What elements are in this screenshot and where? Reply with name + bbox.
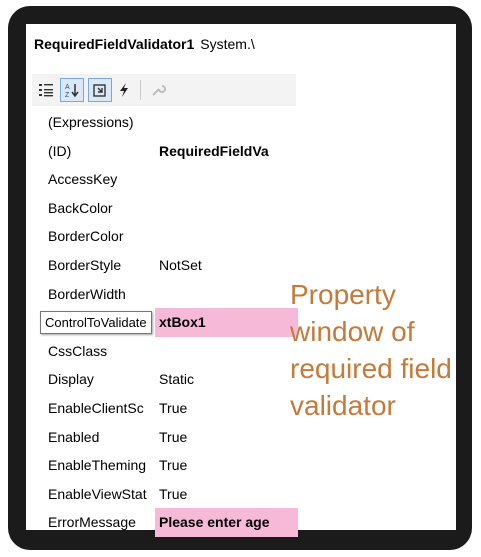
toolbar-separator bbox=[140, 80, 141, 100]
property-name: CssClass bbox=[48, 342, 108, 359]
property-name: EnableTheming bbox=[48, 457, 147, 474]
property-name-tooltip: ControlToValidate bbox=[40, 311, 152, 335]
properties-panel: RequiredFieldValidator1 System.\ A Z (Ex… bbox=[26, 24, 456, 537]
caption-text: Property window of required field valida… bbox=[290, 279, 452, 421]
property-value[interactable]: True bbox=[155, 423, 298, 452]
property-name: ErrorMessage bbox=[48, 514, 136, 531]
properties-icon[interactable] bbox=[88, 78, 112, 102]
categorized-icon[interactable] bbox=[34, 78, 58, 102]
property-row[interactable]: AccessKey bbox=[34, 165, 298, 194]
property-value[interactable]: xtBox1 bbox=[155, 308, 298, 337]
property-value[interactable]: NotSet bbox=[155, 251, 298, 280]
property-pages-wrench-icon[interactable] bbox=[146, 78, 170, 102]
property-row[interactable]: EnableClientSc True bbox=[34, 394, 298, 423]
image-frame: RequiredFieldValidator1 System.\ A Z (Ex… bbox=[8, 6, 472, 550]
property-row[interactable]: BorderStyle NotSet bbox=[34, 251, 298, 280]
property-name: BorderStyle bbox=[48, 256, 122, 273]
property-row[interactable]: CssClass bbox=[34, 337, 298, 366]
property-row[interactable]: BorderColor bbox=[34, 222, 298, 251]
property-name: EnableClientSc bbox=[48, 399, 144, 416]
property-row[interactable]: (Expressions) bbox=[34, 108, 298, 137]
selected-object-header[interactable]: RequiredFieldValidator1 System.\ bbox=[34, 36, 296, 58]
property-name: (ID) bbox=[48, 142, 72, 159]
property-name: Enabled bbox=[48, 428, 100, 445]
object-type: System.\ bbox=[200, 36, 255, 52]
property-value[interactable]: RequiredFieldVa bbox=[155, 137, 298, 166]
property-name: BorderWidth bbox=[48, 285, 126, 302]
property-value[interactable]: True bbox=[155, 451, 298, 480]
property-value[interactable]: True bbox=[155, 394, 298, 423]
svg-text:A: A bbox=[65, 84, 70, 91]
property-value[interactable]: Static bbox=[155, 365, 298, 394]
property-name: EnableViewStat bbox=[48, 485, 147, 502]
properties-toolbar: A Z bbox=[32, 74, 296, 106]
property-row[interactable]: BorderWidth bbox=[34, 280, 298, 309]
property-name: (Expressions) bbox=[48, 114, 134, 130]
property-name: BorderColor bbox=[48, 228, 124, 245]
property-value[interactable]: Please enter age bbox=[155, 508, 298, 537]
svg-text:Z: Z bbox=[65, 92, 70, 98]
property-row[interactable]: Display Static bbox=[34, 365, 298, 394]
property-row[interactable]: EnableTheming True bbox=[34, 451, 298, 480]
property-name: Display bbox=[48, 371, 94, 388]
property-name: AccessKey bbox=[48, 171, 118, 188]
property-row[interactable]: EnableViewStat True bbox=[34, 480, 298, 509]
property-row[interactable]: (ID) RequiredFieldVa bbox=[34, 137, 298, 166]
property-grid: (Expressions) (ID) RequiredFieldVa AccessKe… bbox=[34, 108, 298, 537]
property-row[interactable]: BackColor bbox=[34, 194, 298, 223]
object-name: RequiredFieldValidator1 bbox=[34, 36, 195, 52]
property-row[interactable]: ControlToValidatextBox1ControlToValidate bbox=[34, 308, 298, 337]
property-row[interactable]: Enabled True bbox=[34, 423, 298, 452]
events-lightning-icon[interactable] bbox=[112, 78, 136, 102]
property-name: BackColor bbox=[48, 199, 113, 216]
property-row[interactable]: ErrorMessage Please enter age bbox=[34, 508, 298, 537]
property-value[interactable]: True bbox=[155, 480, 298, 509]
alphabetical-sort-icon[interactable]: A Z bbox=[60, 78, 84, 102]
